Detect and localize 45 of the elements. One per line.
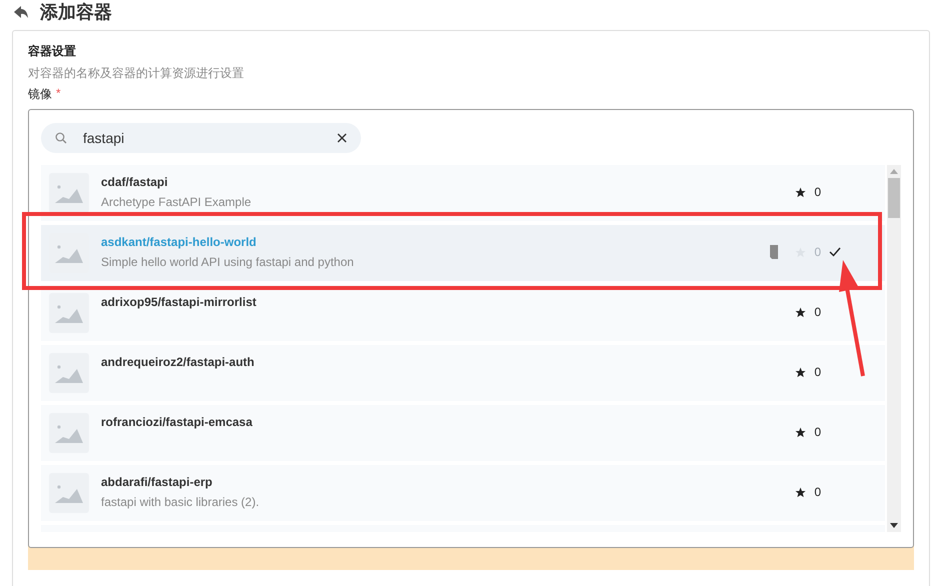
section-description: 对容器的名称及容器的计算资源进行设置 <box>28 65 245 82</box>
image-placeholder-icon <box>49 473 89 513</box>
scroll-down-icon[interactable] <box>890 523 898 528</box>
star-icon <box>795 426 806 438</box>
star-icon <box>795 306 806 318</box>
required-mark: * <box>56 86 61 102</box>
result-name: rofranciozi/fastapi-emcasa <box>101 415 254 429</box>
star-count: 0 <box>814 305 821 319</box>
result-row[interactable]: adrixop95/fastapi-mirrorlist 0 <box>41 285 885 341</box>
image-placeholder-icon <box>49 413 89 453</box>
page-title: 添加容器 <box>40 1 112 24</box>
result-description: Simple hello world API using fastapi and python <box>101 255 355 269</box>
close-icon[interactable] <box>337 133 347 143</box>
back-icon[interactable] <box>14 6 28 18</box>
field-label: 镜像 <box>28 86 52 103</box>
search-field[interactable]: fastapi <box>41 123 361 153</box>
section-title: 容器设置 <box>28 43 77 60</box>
image-placeholder-icon <box>49 293 89 333</box>
result-row[interactable]: rofranciozi/fastapi-emcasa 0 <box>41 405 885 461</box>
result-row[interactable]: cdaf/fastapi Archetype FastAPI Example 0 <box>41 165 885 221</box>
check-icon <box>829 247 841 257</box>
result-name: adrixop95/fastapi-mirrorlist <box>101 295 258 309</box>
result-row[interactable]: abdarafi/fastapi-erp fastapi with basic libraries (2). 0 <box>41 465 885 521</box>
star-count: 0 <box>814 485 821 499</box>
image-placeholder-icon <box>49 353 89 393</box>
star-icon <box>795 366 806 378</box>
result-name: cdaf/fastapi <box>101 175 169 189</box>
search-icon <box>55 132 67 144</box>
star-count: 0 <box>814 185 821 199</box>
star-count: 0 <box>814 245 821 259</box>
result-row[interactable]: andrequeiroz2/fastapi-auth 0 <box>41 345 885 401</box>
result-name: abdarafi/fastapi-erp <box>101 475 214 489</box>
star-icon <box>795 486 806 498</box>
scrollbar-thumb[interactable] <box>888 178 900 218</box>
result-description: fastapi with basic libraries (2). <box>101 495 260 509</box>
image-placeholder-icon <box>49 173 89 213</box>
star-icon <box>795 186 806 198</box>
scroll-up-icon[interactable] <box>890 169 898 174</box>
result-name: andrequeiroz2/fastapi-auth <box>101 355 256 369</box>
result-description: Archetype FastAPI Example <box>101 195 252 209</box>
result-name: asdkant/fastapi-hello-world <box>101 235 258 249</box>
star-count: 0 <box>814 425 821 439</box>
document-icon <box>769 245 780 259</box>
star-count: 0 <box>814 365 821 379</box>
scrollbar[interactable] <box>887 165 901 532</box>
